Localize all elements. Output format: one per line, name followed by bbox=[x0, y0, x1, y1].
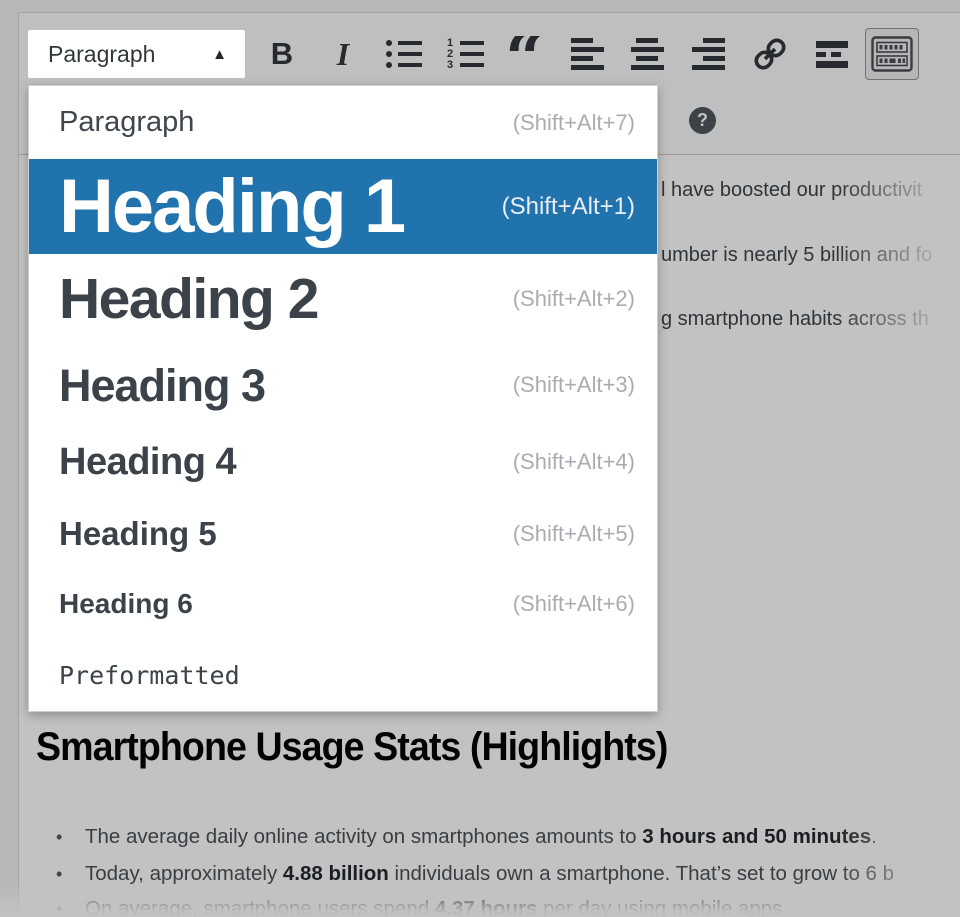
menu-item-paragraph[interactable]: Paragraph (Shift+Alt+7) bbox=[29, 86, 657, 159]
editor-screenshot: B I 1 2 3 “ bbox=[0, 0, 960, 917]
content-heading: Smartphone Usage Stats (Highlights) bbox=[36, 725, 667, 770]
content-line-fragment: umber is nearly 5 billion and fo bbox=[661, 244, 932, 267]
question-mark-icon: ? bbox=[697, 110, 708, 131]
blockquote-icon: “ bbox=[505, 36, 549, 72]
menu-item-heading-1[interactable]: Heading 1 (Shift+Alt+1) bbox=[29, 159, 657, 254]
keyboard-icon bbox=[871, 36, 913, 72]
menu-item-preformatted[interactable]: Preformatted bbox=[29, 639, 657, 711]
list-item: •Today, approximately 4.88 billion indiv… bbox=[56, 862, 894, 886]
content-line-fragment: l have boosted our productivit bbox=[661, 179, 922, 202]
help-button[interactable]: ? bbox=[689, 107, 716, 134]
bold-icon: B bbox=[271, 36, 293, 72]
content-line-fragment: g smartphone habits across th bbox=[661, 308, 929, 331]
menu-item-heading-3[interactable]: Heading 3 (Shift+Alt+3) bbox=[29, 344, 657, 426]
list-item: •On average, smartphone users spend 4.37… bbox=[56, 897, 788, 917]
bullet-icon: • bbox=[56, 864, 85, 885]
align-center-button[interactable] bbox=[624, 30, 670, 78]
menu-item-heading-5[interactable]: Heading 5 (Shift+Alt+5) bbox=[29, 498, 657, 569]
bulleted-list-icon bbox=[386, 41, 422, 68]
italic-button[interactable]: I bbox=[320, 30, 366, 78]
menu-item-heading-4[interactable]: Heading 4 (Shift+Alt+4) bbox=[29, 426, 657, 498]
link-icon bbox=[751, 35, 789, 73]
bold-button[interactable]: B bbox=[259, 30, 305, 78]
numbered-list-icon: 1 2 3 bbox=[447, 41, 484, 68]
toolbar-toggle-button[interactable] bbox=[865, 28, 919, 80]
align-right-icon bbox=[692, 38, 725, 70]
align-left-icon bbox=[571, 38, 604, 70]
format-select-value: Paragraph bbox=[48, 41, 155, 68]
read-more-button[interactable] bbox=[809, 30, 855, 78]
blockquote-button[interactable]: “ bbox=[504, 30, 550, 78]
list-item: •The average daily online activity on sm… bbox=[56, 825, 877, 849]
italic-icon: I bbox=[337, 36, 349, 73]
read-more-icon bbox=[816, 41, 848, 68]
align-right-button[interactable] bbox=[685, 30, 731, 78]
align-center-icon bbox=[631, 38, 664, 70]
svg-text:“: “ bbox=[505, 36, 544, 72]
menu-item-heading-2[interactable]: Heading 2 (Shift+Alt+2) bbox=[29, 254, 657, 344]
menu-item-heading-6[interactable]: Heading 6 (Shift+Alt+6) bbox=[29, 569, 657, 639]
bullet-icon: • bbox=[56, 899, 85, 917]
format-dropdown-menu: Paragraph (Shift+Alt+7) Heading 1 (Shift… bbox=[28, 85, 658, 712]
caret-up-icon: ▲ bbox=[212, 47, 227, 62]
format-select-button[interactable]: Paragraph ▲ bbox=[28, 30, 245, 78]
numbered-list-button[interactable]: 1 2 3 bbox=[442, 30, 488, 78]
insert-link-button[interactable] bbox=[747, 30, 793, 78]
bullet-icon: • bbox=[56, 827, 85, 848]
bulleted-list-button[interactable] bbox=[381, 30, 427, 78]
align-left-button[interactable] bbox=[564, 30, 610, 78]
